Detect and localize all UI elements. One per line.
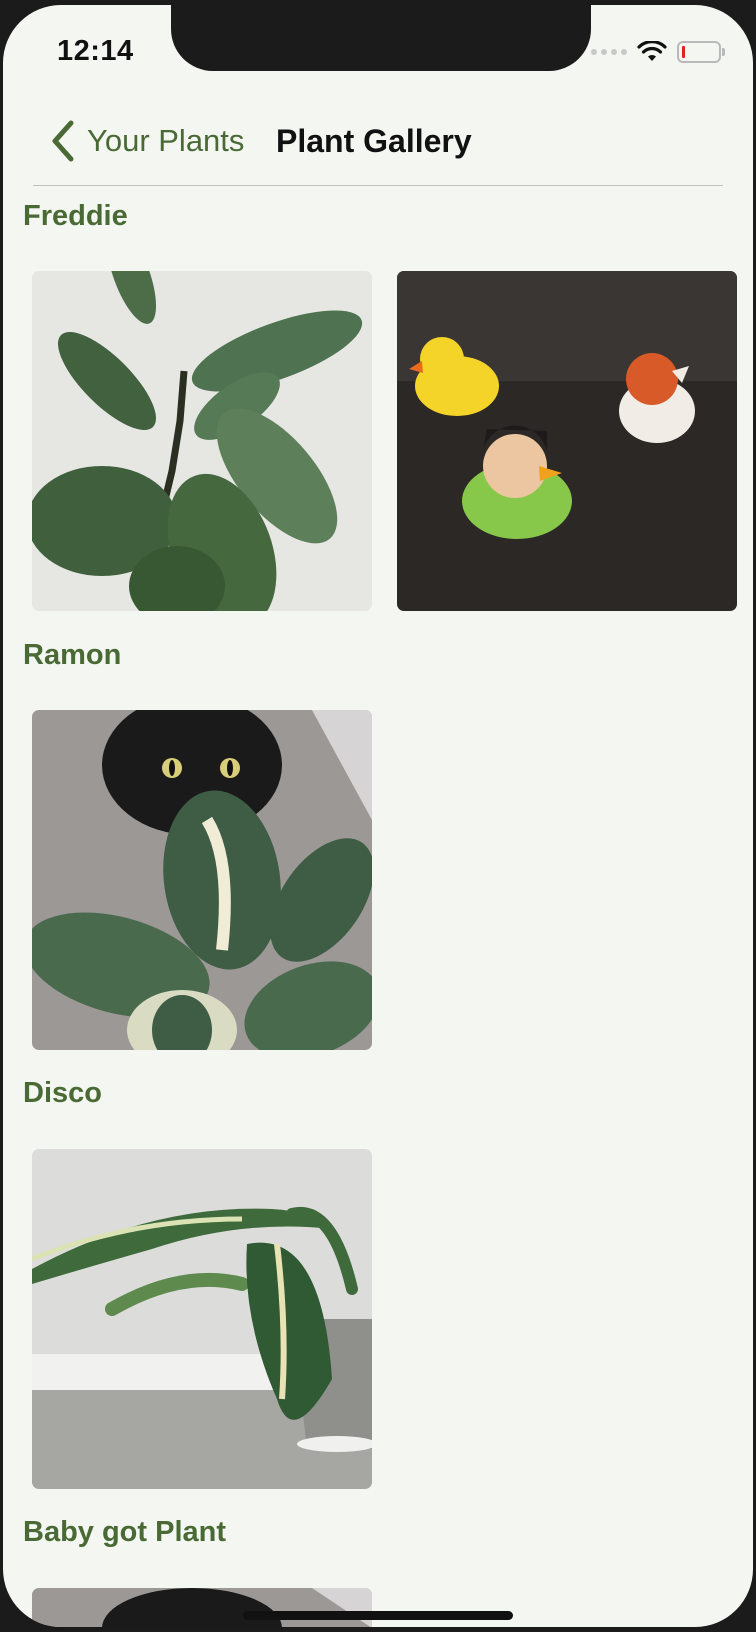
photo-baby-got-plant[interactable]: [32, 1588, 372, 1627]
nav-divider: [33, 185, 723, 186]
photo-dracaena[interactable]: [32, 1149, 372, 1489]
back-button[interactable]: Your Plants: [49, 119, 244, 163]
photo-rubber-plant-with-cat[interactable]: [32, 710, 372, 1050]
back-button-label: Your Plants: [87, 123, 245, 158]
notch: [171, 5, 591, 71]
section-title-baby-got-plant: Baby got Plant: [23, 1516, 227, 1548]
photo-rubber-ducks[interactable]: [397, 271, 737, 611]
wifi-icon: [637, 41, 667, 61]
battery-level: [682, 46, 685, 58]
chevron-left-icon: [52, 120, 74, 162]
status-time: 12:14: [57, 35, 134, 67]
section-title-freddie: Freddie: [23, 200, 128, 232]
app-screen: 12:14 Your Plants Plant Gallery Freddie …: [3, 5, 753, 1627]
page-title: Plant Gallery: [276, 123, 472, 159]
section-title-ramon: Ramon: [23, 639, 122, 671]
device-frame: 12:14 Your Plants Plant Gallery Freddie …: [0, 0, 756, 1632]
status-indicators: [591, 41, 725, 63]
navigation-bar: Your Plants Plant Gallery: [3, 113, 753, 186]
section-title-disco: Disco: [23, 1077, 102, 1109]
cellular-signal-icon: [591, 49, 627, 55]
photo-fiddle-leaf-fig[interactable]: [32, 271, 372, 611]
battery-icon: [677, 41, 725, 63]
home-indicator[interactable]: [243, 1611, 513, 1620]
